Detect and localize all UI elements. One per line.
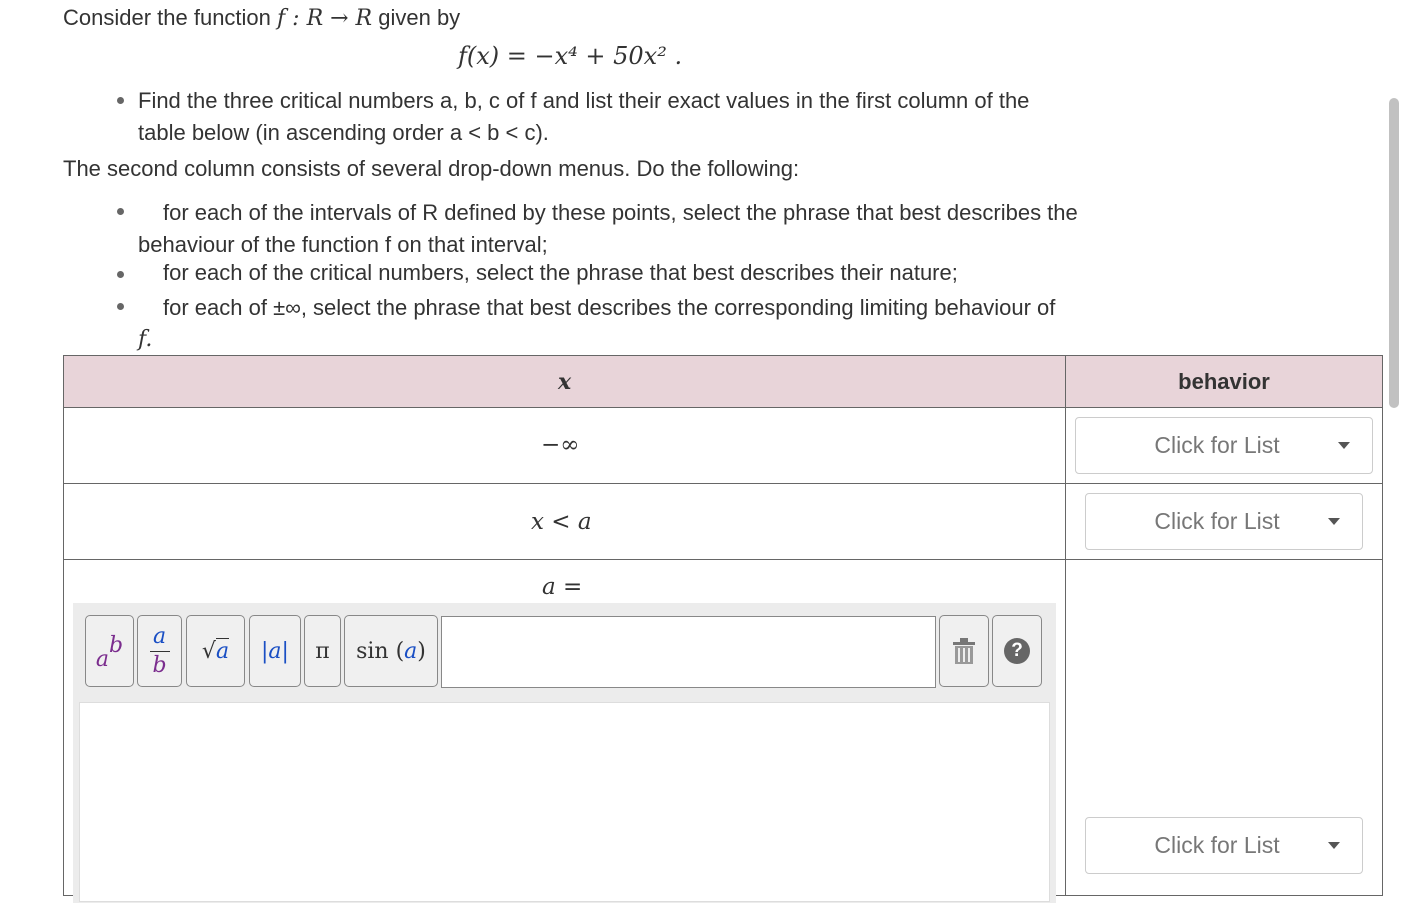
column-header-x: x	[63, 355, 1066, 408]
sin-icon: sin (a)	[356, 638, 426, 664]
power-exponent: b	[109, 632, 124, 658]
row-x-value: a =	[542, 574, 583, 600]
help-button[interactable]: ?	[992, 615, 1042, 687]
fraction-denominator: b	[152, 652, 167, 678]
row-x-value: −∞	[541, 432, 580, 458]
pi-icon: π	[315, 638, 330, 664]
second-column-text: The second column consists of several dr…	[63, 156, 800, 181]
bullet-dot	[117, 271, 124, 278]
sqrt-button[interactable]: √a	[186, 615, 245, 687]
dropdown-label: Click for List	[1154, 832, 1280, 858]
intro-math: f : R → R	[277, 6, 373, 31]
behavior-dropdown[interactable]: Click for List	[1075, 417, 1373, 474]
dropdown-arrow-icon	[1338, 442, 1350, 449]
trash-icon	[953, 638, 975, 664]
instruction-limits: for each of ±∞, select the phrase that b…	[138, 292, 1128, 356]
instruction-line: table below (in ascending order a < b < …	[138, 120, 549, 145]
instruction-critical-numbers: Find the three critical numbers a, b, c …	[138, 85, 1068, 149]
pi-button[interactable]: π	[304, 615, 341, 687]
fraction-button[interactable]: a b	[137, 615, 182, 687]
power-button[interactable]: ab	[85, 615, 134, 687]
sqrt-icon: √a	[201, 637, 230, 664]
behavior-dropdown[interactable]: Click for List	[1085, 817, 1363, 874]
instruction-critical-nature: for each of the critical numbers, select…	[163, 260, 958, 285]
behavior-dropdown[interactable]: Click for List	[1085, 493, 1363, 550]
instruction-line: Find the three critical numbers a, b, c …	[138, 88, 1030, 113]
dropdown-arrow-icon	[1328, 518, 1340, 525]
intro-prefix: Consider the function	[63, 5, 278, 30]
function-formula: f(x) = −x⁴ + 50x² .	[458, 42, 683, 70]
instruction-line: for each of ±∞, select the phrase that b…	[163, 295, 1056, 320]
fraction-numerator: a	[152, 623, 167, 649]
instruction-line: f.	[138, 327, 153, 352]
fraction-bar	[149, 650, 170, 652]
intro-suffix: given by	[372, 5, 461, 30]
bullet-dot	[117, 97, 124, 104]
dropdown-label: Click for List	[1154, 432, 1280, 458]
dropdown-label: Click for List	[1154, 508, 1280, 534]
clear-button[interactable]	[939, 615, 989, 687]
abs-icon: |a|	[261, 638, 289, 664]
instruction-line: behaviour of the function f on that inte…	[138, 232, 548, 257]
sin-button[interactable]: sin (a)	[344, 615, 438, 687]
column-header-behavior: behavior	[1065, 355, 1383, 408]
help-icon: ?	[1004, 638, 1030, 664]
instruction-line: for each of the intervals of R defined b…	[163, 200, 1078, 225]
bullet-dot	[117, 208, 124, 215]
power-base: a	[95, 646, 110, 672]
bullet-dot	[117, 303, 124, 310]
instruction-intervals: for each of the intervals of R defined b…	[138, 197, 1128, 261]
dropdown-arrow-icon	[1328, 842, 1340, 849]
table-header-row: x behavior	[63, 355, 1383, 408]
answer-input[interactable]	[441, 616, 936, 688]
answer-display-area	[79, 702, 1050, 902]
abs-button[interactable]: |a|	[249, 615, 301, 687]
scrollbar-thumb[interactable]	[1389, 98, 1399, 408]
intro-text: Consider the function f : R → R given by	[63, 5, 460, 31]
row-x-value: x < a	[531, 509, 592, 535]
